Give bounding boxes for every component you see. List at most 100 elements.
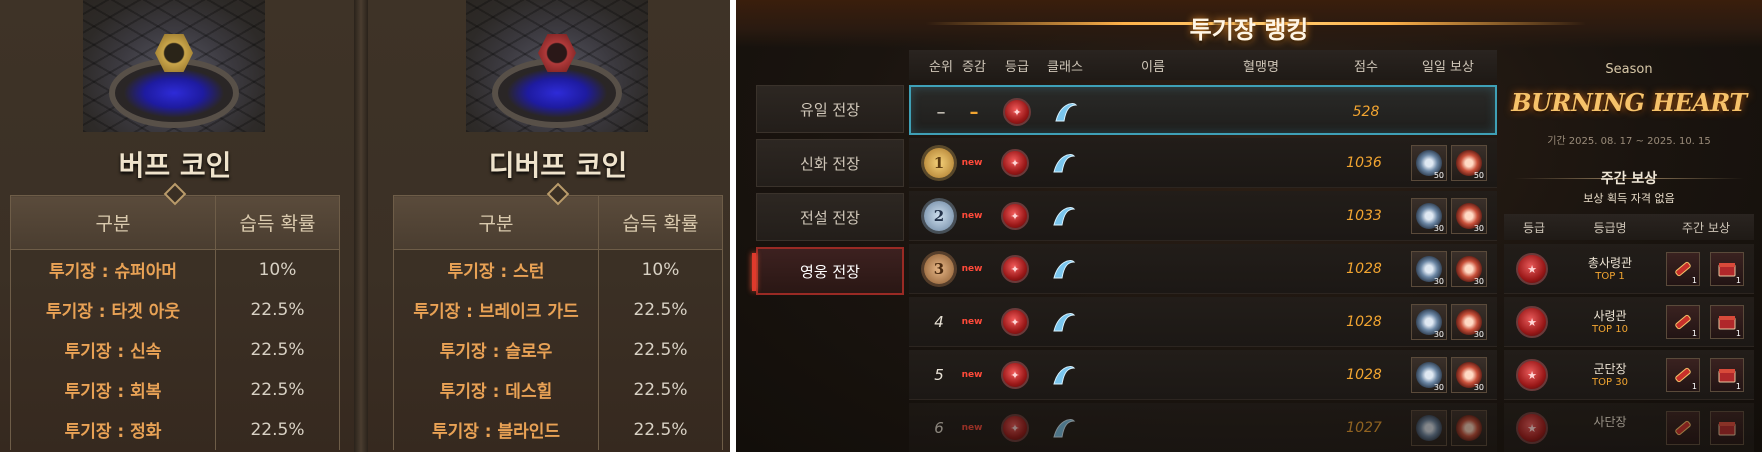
- blue-coin-icon: [1416, 415, 1442, 441]
- reward-qty: 30: [1473, 383, 1484, 392]
- reward-chest[interactable]: 1: [1710, 358, 1744, 392]
- item-name: 투기장 : 브레이크 가드: [393, 289, 599, 330]
- grade-name: 사령관: [1593, 309, 1627, 323]
- score-value: 1028: [1346, 367, 1382, 383]
- reward-coin-red[interactable]: 50: [1451, 145, 1487, 181]
- arena-ranking-panel: 투기장 랭킹 유일 전장 신화 전장 전설 전장 영웅 전장 순위 증감 등급 …: [736, 0, 1762, 452]
- col-grade: 등급: [1005, 60, 1029, 75]
- bronze-medal-icon: 3: [924, 254, 954, 284]
- rank-emblem-icon: ★: [1516, 412, 1548, 444]
- grade-top: TOP 30: [1592, 377, 1628, 388]
- item-prob: 10%: [215, 249, 340, 290]
- grade-top: TOP 10: [1592, 324, 1628, 335]
- weekly-reward-row[interactable]: ★ 총사령관 TOP 1 1 1: [1504, 244, 1754, 294]
- reward-scroll[interactable]: [1666, 411, 1700, 445]
- tab-legend[interactable]: 전설 전장: [756, 193, 904, 241]
- reward-coin-blue[interactable]: 30: [1411, 304, 1447, 340]
- reward-coin-blue[interactable]: 50: [1411, 145, 1447, 181]
- weekly-reward-row[interactable]: ★ 군단장 TOP 30 1 1: [1504, 350, 1754, 400]
- item-name: 투기장 : 블라인드: [393, 409, 599, 450]
- item-name: 투기장 : 데스힐: [393, 369, 599, 410]
- reward-chest[interactable]: 1: [1710, 305, 1744, 339]
- weekly-reward-row[interactable]: ★ 사단장: [1504, 403, 1754, 452]
- reward-qty: 30: [1473, 224, 1484, 233]
- reward-coin-red[interactable]: 30: [1451, 251, 1487, 287]
- buff-coin-image: [83, 0, 265, 132]
- ranking-row[interactable]: 3 new ✦ 1028 30 30: [909, 244, 1497, 294]
- header-probability: 습득 확률: [598, 195, 723, 250]
- ranking-row[interactable]: 4 new ✦ 1028 30 30: [909, 297, 1497, 347]
- col-class: 클래스: [1047, 60, 1083, 75]
- col-daily-reward: 일일 보상: [1422, 60, 1474, 75]
- column-divider: [354, 0, 368, 452]
- table-row: 투기장 : 회복 22.5%: [10, 369, 340, 410]
- table-row: 투기장 : 데스힐 22.5%: [393, 369, 723, 410]
- reward-qty: 30: [1433, 224, 1444, 233]
- grade-emblem-icon: ✦: [1001, 149, 1029, 177]
- reward-coin-blue[interactable]: 30: [1411, 198, 1447, 234]
- scroll-icon: [1675, 420, 1691, 436]
- coin-probability-panel: 버프 코인 구분 습득 확률 투기장 : 슈퍼아머 10% 투기장 : 타겟 아웃…: [0, 0, 730, 452]
- reward-scroll[interactable]: 1: [1666, 358, 1700, 392]
- item-prob: 22.5%: [215, 409, 340, 450]
- change-value: new: [961, 264, 983, 274]
- item-prob: 22.5%: [598, 289, 723, 330]
- reward-coin-blue[interactable]: 30: [1411, 251, 1447, 287]
- reward-qty: 30: [1473, 330, 1484, 339]
- table-row: 투기장 : 블라인드 22.5%: [393, 409, 723, 450]
- grade-name: 총사령관: [1587, 256, 1633, 270]
- my-rank: –: [936, 101, 946, 123]
- weekly-reward-row[interactable]: ★ 사령관 TOP 10 1 1: [1504, 297, 1754, 347]
- reward-coin-red[interactable]: 30: [1451, 198, 1487, 234]
- table-row: 투기장 : 신속 22.5%: [10, 329, 340, 370]
- my-rank-row[interactable]: – – ✦ 528: [909, 85, 1497, 135]
- tab-label: 영웅 전장: [800, 262, 860, 281]
- score-value: 1033: [1346, 208, 1382, 224]
- reward-coin-red[interactable]: 30: [1451, 304, 1487, 340]
- class-icon: [1048, 360, 1078, 390]
- ranking-row[interactable]: 1 new ✦ 1036 50 50: [909, 138, 1497, 188]
- grade-name: 군단장: [1593, 362, 1627, 376]
- gold-medal-icon: 1: [924, 148, 954, 178]
- header-category: 구분: [10, 195, 216, 250]
- ranking-row[interactable]: 6 new ✦ 1027: [909, 403, 1497, 452]
- rank-emblem-icon: ★: [1516, 306, 1548, 338]
- class-icon: [1048, 413, 1078, 443]
- buff-coin-column: 버프 코인 구분 습득 확률 투기장 : 슈퍼아머 10% 투기장 : 타겟 아웃…: [10, 0, 340, 452]
- reward-coin-red[interactable]: 30: [1451, 357, 1487, 393]
- table-row: 투기장 : 타겟 아웃 22.5%: [10, 289, 340, 330]
- reward-chest[interactable]: 1: [1710, 252, 1744, 286]
- reward-qty: 1: [1735, 382, 1741, 391]
- rank-value: 3: [933, 260, 945, 278]
- header-category: 구분: [393, 195, 599, 250]
- reward-qty: 30: [1473, 277, 1484, 286]
- table-row: 투기장 : 정화 22.5%: [10, 409, 340, 450]
- rank-value: 1: [933, 154, 945, 172]
- change-value: new: [961, 317, 983, 327]
- rank-emblem-icon: ★: [1516, 359, 1548, 391]
- reward-coin-red[interactable]: [1451, 410, 1487, 446]
- ranking-row[interactable]: 2 new ✦ 1033 30 30: [909, 191, 1497, 241]
- my-change: –: [969, 101, 979, 123]
- reward-coin-blue[interactable]: 30: [1411, 357, 1447, 393]
- tab-unique[interactable]: 유일 전장: [756, 85, 904, 133]
- reward-qty: 1: [1691, 329, 1697, 338]
- debuff-probability-table: 구분 습득 확률 투기장 : 스턴 10% 투기장 : 브레이크 가드 22.5% …: [393, 195, 723, 450]
- weekly-title: 주간 보상: [1600, 171, 1658, 187]
- reward-chest[interactable]: [1710, 411, 1744, 445]
- item-name: 투기장 : 신속: [10, 329, 216, 370]
- buff-coin-title: 버프 코인: [118, 149, 232, 182]
- reward-scroll[interactable]: 1: [1666, 305, 1700, 339]
- item-name: 투기장 : 정화: [10, 409, 216, 450]
- tab-label: 신화 전장: [800, 154, 860, 173]
- col-rank: 순위: [929, 60, 953, 75]
- reward-coin-blue[interactable]: [1411, 410, 1447, 446]
- ranking-row[interactable]: 5 new ✦ 1028 30 30: [909, 350, 1497, 400]
- debuff-coin-image: [466, 0, 648, 132]
- debuff-coin-title: 디버프 코인: [488, 149, 628, 182]
- col-weekly-reward: 주간 보상: [1682, 221, 1730, 235]
- tab-mythic[interactable]: 신화 전장: [756, 139, 904, 187]
- reward-scroll[interactable]: 1: [1666, 252, 1700, 286]
- tab-hero[interactable]: 영웅 전장: [752, 247, 904, 295]
- grade-emblem-icon: ✦: [1001, 308, 1029, 336]
